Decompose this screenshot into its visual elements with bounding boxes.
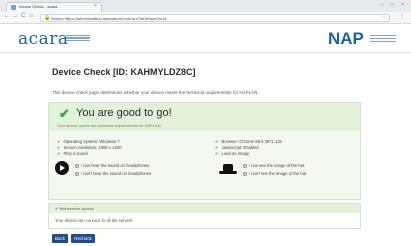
check-icon: ✔ (57, 151, 61, 156)
success-check-icon: ✔ (59, 106, 70, 121)
result-panel: ✔ You are good to go! Your device meets … (48, 102, 361, 200)
site-header: acara NAP (0, 25, 411, 53)
check-icon: ✔ (215, 145, 219, 150)
page-title: Device Check [ID: KAHMYLDZ8C] (52, 67, 196, 77)
browser-tab-strip: Device Check - acara × – □ × (0, 0, 411, 12)
check-icon: ✔ (215, 139, 219, 144)
favicon-icon (11, 5, 16, 10)
page-description: This device check page determines whethe… (52, 90, 259, 95)
check-icon: ✔ (57, 145, 61, 150)
acara-logo-tagline (66, 35, 90, 43)
radio-icon[interactable] (75, 171, 79, 176)
check-item-javascript: ✔ JavaScript: Enabled (215, 145, 259, 150)
server-title: ✔ Webservice access (55, 206, 94, 211)
forward-icon[interactable]: → (12, 13, 18, 19)
address-bar[interactable]: 🔒 Secure https://administration.assessfo… (40, 14, 390, 22)
server-panel: ✔ Webservice access Your device can conn… (48, 203, 361, 229)
play-sound-icon[interactable] (55, 161, 69, 175)
radio-cannot-see[interactable]: I can't see the image of the hat. (243, 171, 307, 176)
check-item-browser: ✔ Browser: Chrome 59.0.3071.115 (215, 139, 282, 144)
check-item-os: ✔ Operating System: Windows 7 (57, 139, 120, 144)
tab-title: Device Check - acara (19, 4, 58, 9)
hat-image-icon (219, 163, 237, 175)
check-icon: ✔ (215, 151, 219, 156)
acara-logo: acara (18, 29, 69, 49)
back-icon[interactable]: ← (4, 13, 10, 19)
bookmark-star-icon[interactable]: ☆ (382, 15, 386, 21)
lock-icon: 🔒 (44, 15, 51, 21)
browser-toolbar: ← → C ⌂ 🔒 Secure https://administration.… (0, 12, 411, 24)
check-item-resolution: ✔ Screen resolution: 1080 x 1920 (57, 145, 122, 150)
check-item-sound: ✔ Play a sound (57, 151, 88, 156)
result-header: ✔ You are good to go! Your device meets … (49, 103, 360, 131)
browser-tab[interactable]: Device Check - acara × (6, 2, 102, 12)
home-icon[interactable]: ⌂ (29, 13, 33, 19)
server-message: Your device can connect to all the serve… (55, 218, 134, 223)
browser-menu-icon[interactable]: ⋮ (399, 13, 405, 20)
radio-cannot-hear[interactable]: I can't hear the sound on headphones (75, 171, 151, 176)
radio-can-see[interactable]: I can see the image of the hat. (243, 163, 305, 168)
check-icon: ✔ (57, 139, 61, 144)
reload-icon[interactable]: C (21, 13, 25, 19)
radio-icon[interactable] (243, 171, 247, 176)
result-subline: Your device meets the technical requirem… (57, 123, 162, 128)
result-headline: You are good to go! (76, 107, 172, 119)
window-controls[interactable]: – □ × (381, 2, 408, 8)
recheck-button[interactable]: Recheck (71, 234, 95, 243)
url-text[interactable]: Secure https://administration.assessform… (51, 16, 167, 21)
close-tab-icon[interactable]: × (94, 3, 97, 9)
radio-can-hear[interactable]: I can hear the sound on headphones (75, 163, 149, 168)
radio-icon[interactable] (243, 163, 247, 168)
nap-logo: NAP (328, 29, 364, 48)
check-item-image: ✔ Load an image (215, 151, 250, 156)
radio-icon[interactable] (75, 163, 79, 168)
back-button[interactable]: Back (52, 234, 68, 243)
server-header: ✔ Webservice access (49, 204, 360, 213)
nap-logo-tagline (370, 35, 396, 45)
